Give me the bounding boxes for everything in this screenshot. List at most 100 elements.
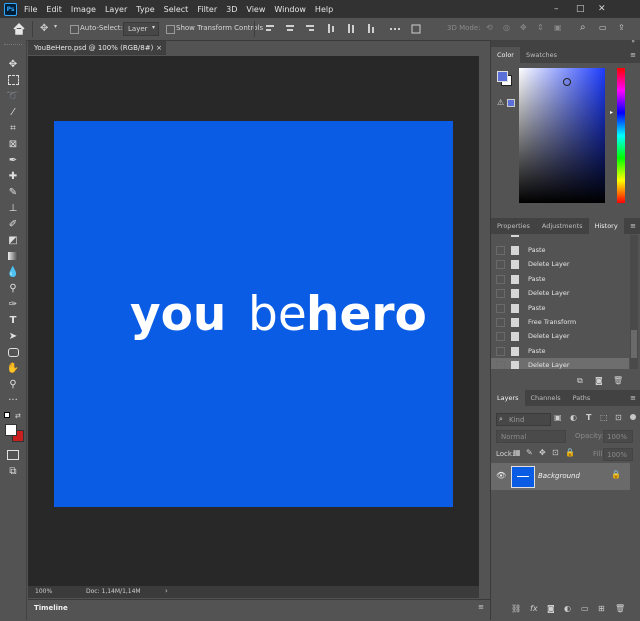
history-brush-tool-icon[interactable]: ✐ [4, 217, 22, 231]
quick-mask-icon[interactable] [4, 448, 22, 462]
tab-channels[interactable]: Channels [525, 390, 567, 406]
history-item[interactable]: Delete Layer [491, 329, 629, 343]
layer-name[interactable]: Background [538, 472, 580, 480]
menu-file[interactable]: File [24, 5, 37, 14]
new-group-icon[interactable]: ▭ [581, 604, 589, 613]
chevron-right-icon[interactable]: › [165, 587, 168, 595]
default-colors-icon[interactable] [4, 412, 10, 418]
menu-3d[interactable]: 3D [226, 5, 237, 14]
lock-transparent-icon[interactable]: ▦ [513, 448, 521, 457]
panel-menu-icon[interactable]: ≡ [630, 218, 640, 234]
filter-shape-icon[interactable]: ⬚ [600, 413, 608, 422]
collapse-panels-icon[interactable]: » [631, 38, 635, 45]
tab-color[interactable]: Color [491, 47, 520, 63]
hue-slider[interactable] [617, 68, 625, 203]
gradient-tool-icon[interactable] [4, 249, 22, 263]
history-item[interactable]: Paste [491, 344, 629, 358]
new-layer-icon[interactable]: ⊞ [598, 604, 605, 613]
show-transform-checkbox[interactable] [166, 25, 175, 34]
foreground-color-chip[interactable] [497, 71, 508, 82]
layer-row-background[interactable]: 👁 Background 🔒 [491, 463, 630, 490]
menu-type[interactable]: Type [136, 5, 154, 14]
swap-colors-icon[interactable]: ⇄ [15, 412, 21, 420]
3d-rotate-icon[interactable]: ⟲ [486, 23, 493, 32]
3d-scale-icon[interactable]: ▣ [554, 23, 562, 32]
filter-type-icon[interactable]: T [586, 413, 591, 422]
lock-position-icon[interactable]: ✥ [539, 448, 546, 457]
history-item[interactable]: Delete Layer [491, 286, 629, 300]
timeline-tab[interactable]: Timeline [34, 604, 68, 612]
menu-select[interactable]: Select [164, 5, 189, 14]
history-item-selected[interactable]: Delete Layer [491, 358, 629, 369]
tab-adjustments[interactable]: Adjustments [536, 218, 589, 234]
document-tab[interactable]: YouBeHero.psd @ 100% (RGB/8#) × [28, 41, 166, 55]
color-field[interactable] [519, 68, 605, 203]
maximize-button[interactable]: □ [576, 0, 585, 18]
panel-menu-icon[interactable]: ≡ [630, 390, 640, 406]
menu-view[interactable]: View [246, 5, 265, 14]
panel-menu-icon[interactable]: ≡ [630, 47, 640, 63]
search-icon[interactable]: ⌕ [580, 22, 586, 33]
path-selection-tool-icon[interactable]: ➤ [4, 329, 22, 343]
trash-icon[interactable]: 🗑 [615, 604, 625, 613]
eyedropper-tool-icon[interactable]: ✒ [4, 153, 22, 167]
history-item[interactable]: Paste [491, 243, 629, 257]
trash-icon[interactable]: 🗑 [613, 376, 623, 385]
filter-pixel-icon[interactable]: ▣ [554, 413, 562, 422]
3d-slide-icon[interactable]: ⇕ [537, 23, 544, 32]
history-scrollbar[interactable] [630, 235, 638, 369]
home-icon[interactable] [12, 22, 26, 36]
history-item[interactable]: Free Transform [491, 315, 629, 329]
menu-image[interactable]: Image [71, 5, 96, 14]
pen-tool-icon[interactable]: ✑ [4, 297, 22, 311]
adjustment-layer-icon[interactable]: ◐ [564, 604, 571, 613]
gamut-color-chip[interactable] [507, 99, 515, 107]
minimize-button[interactable]: – [554, 0, 559, 18]
history-item[interactable]: Paste [491, 272, 629, 286]
opacity-field[interactable]: 100% [603, 430, 633, 443]
filter-toggle-icon[interactable] [630, 414, 636, 420]
fx-icon[interactable]: fx [530, 604, 538, 613]
brush-tool-icon[interactable]: ✎ [4, 185, 22, 199]
history-item[interactable]: Delete Layer [491, 257, 629, 271]
eraser-tool-icon[interactable]: ◩ [4, 233, 22, 247]
clone-stamp-tool-icon[interactable]: ⊥ [4, 201, 22, 215]
magic-wand-tool-icon[interactable]: ⁄ [4, 105, 22, 119]
more-tools-icon[interactable]: ··· [4, 393, 22, 407]
type-tool-icon[interactable]: T [4, 313, 22, 327]
3d-roll-icon[interactable]: ◎ [503, 23, 510, 32]
lock-image-icon[interactable]: ✎ [526, 448, 533, 457]
color-picker-marker[interactable] [563, 78, 571, 86]
crop-tool-icon[interactable]: ⌗ [4, 121, 22, 135]
menu-window[interactable]: Window [274, 5, 306, 14]
zoom-level[interactable]: 100% [35, 588, 52, 595]
chevron-down-icon[interactable]: ▾ [54, 23, 57, 30]
blend-mode-select[interactable]: Normal [496, 430, 566, 443]
healing-brush-tool-icon[interactable]: ✚ [4, 169, 22, 183]
toolbar-grip[interactable] [4, 44, 22, 49]
close-tab-icon[interactable]: × [156, 41, 162, 55]
eye-visibility-icon[interactable]: 👁 [496, 471, 506, 480]
marquee-tool-icon[interactable] [4, 73, 22, 87]
zoom-tool-icon[interactable]: ⚲ [4, 377, 22, 391]
history-item-partial[interactable] [491, 235, 629, 239]
screen-mode-icon[interactable]: ⧉ [4, 464, 22, 478]
menu-layer[interactable]: Layer [105, 5, 127, 14]
tab-swatches[interactable]: Swatches [520, 47, 563, 63]
lasso-tool-icon[interactable]: ➰ [4, 89, 22, 103]
tab-history[interactable]: History [588, 218, 624, 234]
history-item[interactable]: Paste [491, 301, 629, 315]
tab-properties[interactable]: Properties [491, 218, 536, 234]
shape-tool-icon[interactable] [4, 345, 22, 359]
filter-adjustment-icon[interactable]: ◐ [570, 413, 577, 422]
foreground-color-swatch[interactable] [5, 424, 17, 436]
hand-tool-icon[interactable]: ✋ [4, 361, 22, 375]
fill-field[interactable]: 100% [603, 448, 633, 461]
vertical-scrollbar[interactable] [479, 56, 489, 598]
menu-help[interactable]: Help [315, 5, 333, 14]
menu-edit[interactable]: Edit [46, 5, 62, 14]
tab-layers[interactable]: Layers [491, 390, 525, 406]
menu-filter[interactable]: Filter [197, 5, 217, 14]
tab-paths[interactable]: Paths [567, 390, 597, 406]
auto-select-checkbox[interactable] [70, 25, 79, 34]
